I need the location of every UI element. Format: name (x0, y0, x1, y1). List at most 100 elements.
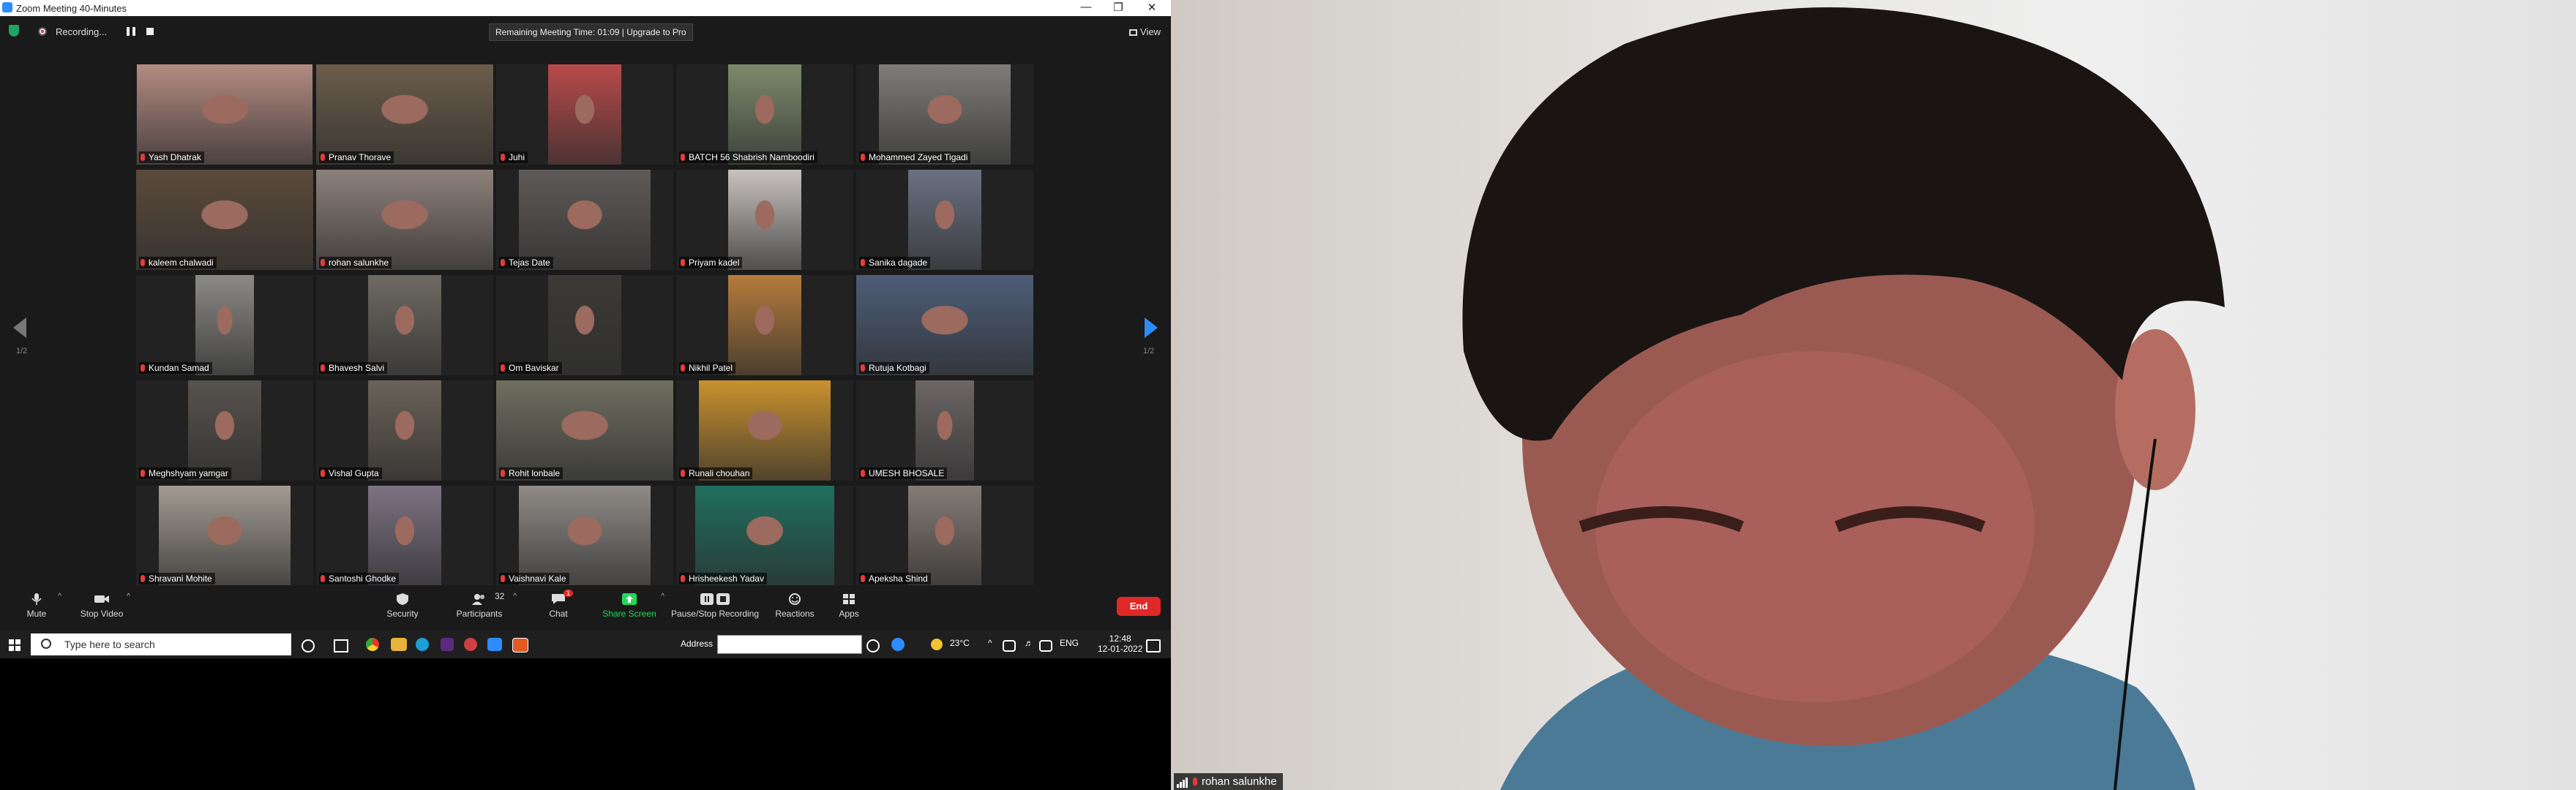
muted-mic-icon (321, 575, 325, 582)
participant-tile[interactable]: Juhi (496, 64, 673, 165)
muted-mic-icon (321, 259, 325, 266)
minimize-icon[interactable]: — (1073, 1, 1099, 13)
participant-tile[interactable]: Om Baviskar (496, 275, 673, 375)
cortana-icon[interactable] (302, 639, 315, 652)
photos-icon[interactable] (464, 638, 477, 651)
task-view-icon[interactable] (334, 639, 348, 652)
participant-name: Rohit lonbale (509, 468, 561, 478)
participant-tile[interactable]: Mohammed Zayed Tigadi (856, 64, 1033, 165)
participant-video (728, 170, 801, 270)
pause-recording-icon[interactable]: ❚❚ (124, 26, 138, 36)
muted-mic-icon (681, 154, 685, 161)
participant-tile[interactable]: rohan salunkhe (316, 170, 493, 270)
page-indicator-right: 1/2 (1143, 347, 1155, 356)
participant-tile[interactable]: Runali chouhan (676, 380, 853, 481)
help-icon[interactable] (891, 638, 905, 651)
chat-button[interactable]: Chat 1 (540, 590, 577, 619)
participant-tile[interactable]: Vaishnavi Kale (496, 486, 673, 586)
grid-view-icon (1129, 29, 1138, 36)
participant-tile[interactable]: Rohit lonbale (496, 380, 673, 481)
participant-tile[interactable]: Meghshyam yamgar (136, 380, 313, 481)
participant-tile[interactable]: UMESH BHOSALE (856, 380, 1033, 481)
restore-icon[interactable]: ❐ (1105, 1, 1131, 14)
chrome-icon[interactable] (366, 638, 379, 651)
participant-name-tag: Vishal Gupta (319, 467, 382, 479)
share-screen-button[interactable]: Share Screen ^ (600, 592, 664, 619)
security-button[interactable]: Security (381, 592, 424, 619)
participant-video (699, 380, 831, 481)
next-page-icon[interactable] (1145, 317, 1158, 338)
participant-tile[interactable]: Hrisheekesh Yadav (676, 486, 853, 586)
refresh-icon[interactable] (866, 639, 880, 652)
participant-tile[interactable]: Tejas Date (496, 170, 673, 270)
participant-tile[interactable]: Nikhil Patel (676, 275, 853, 375)
video-options-icon[interactable]: ^ (127, 592, 130, 601)
recording-label: Recording... (56, 26, 108, 37)
participant-name-tag: Rohit lonbale (499, 467, 564, 479)
participant-name-tag: Santoshi Ghodke (319, 573, 400, 584)
app-icon[interactable] (441, 638, 454, 651)
muted-mic-icon (501, 259, 505, 266)
audio-options-icon[interactable]: ^ (58, 592, 61, 601)
participant-name: Rutuja Kotbagi (869, 363, 926, 373)
participant-name-tag: Vaishnavi Kale (499, 573, 569, 584)
clock[interactable]: 12:48 12-01-2022 (1098, 633, 1142, 654)
muted-mic-icon (321, 470, 325, 477)
participant-tile[interactable]: Apeksha Shind (856, 486, 1033, 586)
battery-icon[interactable] (1039, 640, 1052, 652)
view-button[interactable]: View (1129, 26, 1161, 37)
participants-button[interactable]: Participants 32 ^ (454, 591, 517, 619)
edge-icon[interactable] (416, 638, 429, 651)
participant-name-tag: Hrisheekesh Yadav (679, 573, 767, 584)
signal-strength-icon (1177, 775, 1188, 788)
pause-stop-recording-button[interactable]: Pause/Stop Recording (667, 592, 763, 619)
participant-tile[interactable]: Shravani Mohite (136, 486, 313, 586)
apps-button[interactable]: Apps (834, 592, 864, 619)
participant-tile[interactable]: Pranav Thorave (316, 64, 493, 165)
participant-name: Bhavesh Salvi (329, 363, 385, 373)
windows-start-icon[interactable] (9, 639, 20, 651)
participant-tile[interactable]: Santoshi Ghodke (316, 486, 493, 586)
volume-icon[interactable]: ♬ (1025, 638, 1033, 648)
address-field[interactable] (717, 635, 862, 654)
participant-tile[interactable]: Sanika dagade (856, 170, 1033, 270)
stop-recording-icon[interactable] (146, 28, 154, 35)
stop-video-button[interactable]: Stop Video ^ (76, 592, 130, 619)
reactions-button[interactable]: Reactions (773, 592, 817, 619)
desktop-background (0, 658, 1171, 790)
participant-name-tag: Runali chouhan (679, 467, 753, 479)
zoom-taskbar-icon[interactable] (487, 638, 502, 651)
participant-tile[interactable]: Rutuja Kotbagi (856, 275, 1033, 375)
security-shield-icon[interactable] (9, 25, 19, 37)
participant-tile[interactable]: Priyam kadel (676, 170, 853, 270)
participant-video (159, 486, 291, 586)
muted-mic-icon (681, 364, 685, 372)
close-icon[interactable]: ✕ (1139, 1, 1165, 14)
office-app-icon[interactable] (512, 638, 528, 652)
prev-page-icon[interactable] (13, 317, 26, 338)
language[interactable]: ENG (1060, 638, 1079, 648)
participant-tile[interactable]: kaleem chalwadi (136, 170, 313, 270)
mute-button[interactable]: Mute ^ (22, 592, 61, 619)
muted-mic-icon (501, 470, 505, 477)
participant-tile[interactable]: Yash Dhatrak (136, 64, 313, 165)
network-icon[interactable] (1003, 640, 1016, 652)
participant-tile[interactable]: Kundan Samad (136, 275, 313, 375)
notifications-icon[interactable] (1146, 639, 1161, 652)
participant-name-tag: BATCH 56 Shabrish Namboodiri (679, 151, 817, 163)
muted-mic-icon (501, 154, 505, 161)
end-meeting-button[interactable]: End (1117, 597, 1161, 616)
participants-options-icon[interactable]: ^ (513, 592, 517, 601)
file-explorer-icon[interactable] (391, 638, 407, 651)
participant-tile[interactable]: Vishal Gupta (316, 380, 493, 481)
participant-video (728, 275, 801, 375)
muted-mic-icon (861, 470, 865, 477)
participant-video (916, 380, 974, 481)
chevron-up-icon[interactable]: ^ (988, 638, 992, 648)
participant-tile[interactable]: Bhavesh Salvi (316, 275, 493, 375)
taskbar-search-box[interactable]: Type here to search (31, 633, 291, 655)
remaining-time-banner[interactable]: Remaining Meeting Time: 01:09 | Upgrade … (489, 23, 693, 41)
share-options-icon[interactable]: ^ (661, 592, 664, 601)
participant-tile[interactable]: BATCH 56 Shabrish Namboodiri (676, 64, 853, 165)
participant-video (519, 170, 651, 270)
